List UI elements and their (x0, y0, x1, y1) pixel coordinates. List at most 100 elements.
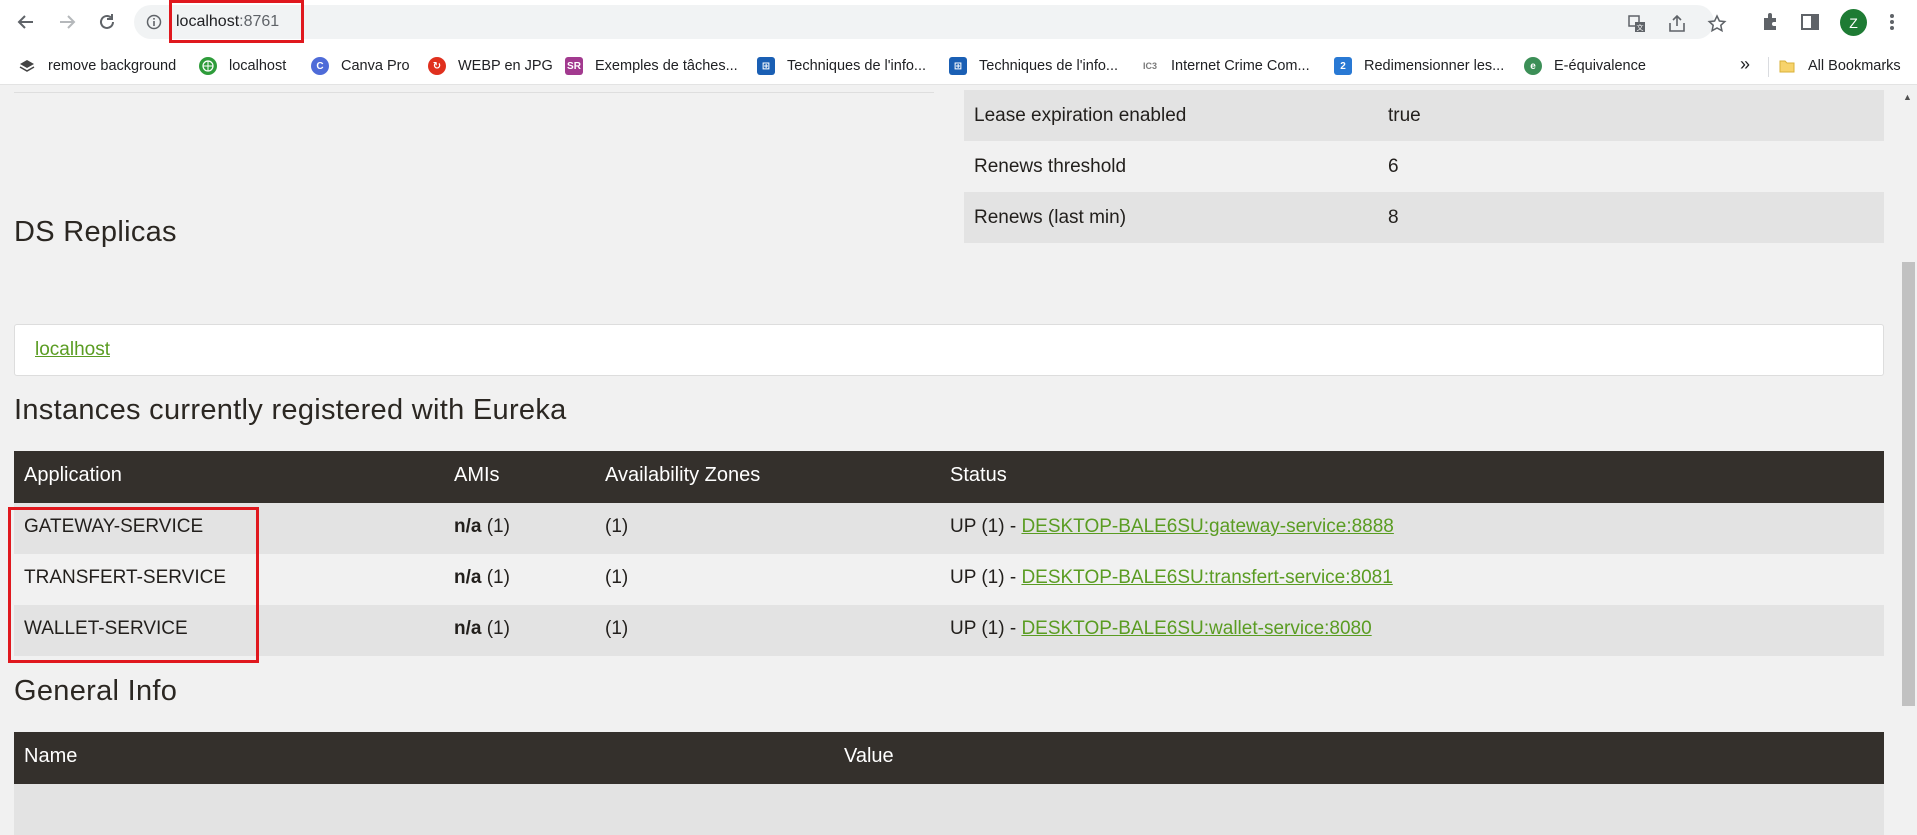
column-header: Status (950, 464, 1007, 486)
ami-value: n/a (454, 516, 482, 537)
translate-icon[interactable]: 文 (1626, 13, 1648, 35)
bookmark-item[interactable]: IC3 Internet Crime Com... (1141, 55, 1310, 77)
college-icon: ⊞ (949, 57, 967, 75)
status-text: UP (1) - (950, 516, 1022, 537)
bookmark-item[interactable]: C Canva Pro (311, 55, 410, 77)
globe-icon (199, 57, 217, 75)
column-header: Application (24, 464, 122, 486)
bookmark-label: WEBP en JPG (458, 58, 553, 74)
bookmark-item[interactable]: ↻ WEBP en JPG (428, 55, 553, 77)
status-text: UP (1) - (950, 567, 1022, 588)
bookmark-item[interactable]: SR Exemples de tâches... (565, 55, 738, 77)
bookmark-star-icon[interactable] (1706, 13, 1728, 35)
back-icon[interactable] (12, 8, 40, 36)
url-annotation-box (169, 0, 304, 43)
zones-cell: (1) (605, 567, 629, 588)
bookmark-item[interactable]: ⊞ Techniques de l'info... (949, 55, 1118, 77)
bookmark-label: Canva Pro (341, 58, 410, 74)
status-value: 6 (1388, 155, 1399, 177)
sr-icon: SR (565, 57, 583, 75)
bookmark-label: remove background (48, 58, 177, 74)
share-icon[interactable] (1666, 13, 1688, 35)
table-row: Renews (last min) 8 (964, 192, 1884, 243)
globe-icon: e (1524, 57, 1542, 75)
ami-value: n/a (454, 618, 482, 639)
zones-cell: (1) (605, 618, 629, 639)
site-info-icon[interactable] (146, 14, 162, 30)
ami-cell: n/a (1) (454, 567, 510, 589)
column-header: Name (24, 745, 78, 767)
bookmark-item[interactable]: localhost (199, 55, 286, 77)
column-header: Value (844, 745, 894, 767)
bookmark-label: Techniques de l'info... (979, 58, 1118, 74)
scroll-up-icon[interactable]: ▲ (1903, 92, 1912, 102)
instances-heading: Instances currently registered with Eure… (14, 394, 567, 426)
status-text: UP (1) - (950, 618, 1022, 639)
instances-table: Application AMIs Availability Zones Stat… (14, 451, 1884, 656)
menu-kebab-icon[interactable] (1880, 10, 1904, 34)
status-key: Renews threshold (974, 155, 1127, 177)
bookmark-item[interactable]: 2 Redimensionner les... (1334, 55, 1504, 77)
side-panel-icon[interactable] (1798, 10, 1822, 34)
table-row: Renews threshold 6 (964, 141, 1884, 192)
browser-toolbar: localhost:8761 文 Z (0, 0, 1917, 45)
table-header: Name Value (14, 732, 1884, 784)
instance-link[interactable]: DESKTOP-BALE6SU:transfert-service:8081 (1021, 567, 1392, 588)
instance-link[interactable]: DESKTOP-BALE6SU:wallet-service:8080 (1021, 618, 1371, 639)
status-value: 8 (1388, 206, 1399, 228)
convert-icon: ↻ (428, 57, 446, 75)
status-cell: UP (1) - DESKTOP-BALE6SU:transfert-servi… (950, 567, 1393, 589)
ami-count: (1) (481, 516, 510, 537)
bookmarks-overflow-button[interactable]: » (1740, 54, 1750, 75)
bookmark-label: Exemples de tâches... (595, 58, 738, 74)
address-bar[interactable]: localhost:8761 文 (134, 5, 1727, 39)
bookmark-label: Techniques de l'info... (787, 58, 926, 74)
bookmark-item[interactable]: e E-équivalence (1524, 55, 1646, 77)
svg-text:文: 文 (1637, 23, 1644, 32)
reload-icon[interactable] (93, 8, 121, 36)
layers-icon (18, 57, 36, 75)
college-icon: ⊞ (757, 57, 775, 75)
column-header: AMIs (454, 464, 500, 486)
canva-icon: C (311, 57, 329, 75)
all-bookmarks-label: All Bookmarks (1808, 58, 1901, 74)
table-header: Application AMIs Availability Zones Stat… (14, 451, 1884, 503)
ami-count: (1) (481, 618, 510, 639)
ami-cell: n/a (1) (454, 618, 510, 640)
bookmark-item[interactable]: ⊞ Techniques de l'info... (757, 55, 926, 77)
extensions-icon[interactable] (1758, 10, 1782, 34)
divider (14, 92, 934, 93)
all-bookmarks-button[interactable]: All Bookmarks (1778, 55, 1901, 77)
resize-icon: 2 (1334, 57, 1352, 75)
status-value: true (1388, 104, 1421, 126)
ami-value: n/a (454, 567, 482, 588)
table-row: WALLET-SERVICE n/a (1) (1) UP (1) - DESK… (14, 605, 1884, 656)
table-row: GATEWAY-SERVICE n/a (1) (1) UP (1) - DES… (14, 503, 1884, 554)
table-row: TRANSFERT-SERVICE n/a (1) (1) UP (1) - D… (14, 554, 1884, 605)
table-row (14, 784, 1884, 835)
scrollbar-thumb[interactable] (1902, 262, 1915, 706)
general-info-table: Name Value (14, 732, 1884, 835)
bookmark-label: E-équivalence (1554, 58, 1646, 74)
ami-count: (1) (481, 567, 510, 588)
folder-icon (1778, 57, 1796, 75)
instance-link[interactable]: DESKTOP-BALE6SU:gateway-service:8888 (1021, 516, 1393, 537)
zones-cell: (1) (605, 516, 629, 537)
profile-avatar[interactable]: Z (1840, 9, 1867, 36)
bookmarks-bar: remove background localhost C Canva Pro ↻… (0, 45, 1917, 85)
ami-cell: n/a (1) (454, 516, 510, 538)
status-cell: UP (1) - DESKTOP-BALE6SU:wallet-service:… (950, 618, 1372, 640)
bookmark-item[interactable]: remove background (18, 55, 176, 77)
table-row: Lease expiration enabled true (964, 90, 1884, 141)
general-info-heading: General Info (14, 675, 178, 707)
status-cell: UP (1) - DESKTOP-BALE6SU:gateway-service… (950, 516, 1394, 538)
ds-replicas-box: localhost (14, 324, 1884, 376)
column-header: Availability Zones (605, 464, 761, 486)
forward-icon[interactable] (53, 8, 81, 36)
ds-replicas-heading: DS Replicas (14, 216, 177, 248)
replica-link[interactable]: localhost (35, 339, 110, 361)
applications-annotation-box (8, 507, 259, 663)
bookmark-label: Internet Crime Com... (1171, 58, 1310, 74)
eureka-dashboard: Lease expiration enabled true Renews thr… (0, 86, 1917, 835)
status-key: Lease expiration enabled (974, 104, 1187, 126)
